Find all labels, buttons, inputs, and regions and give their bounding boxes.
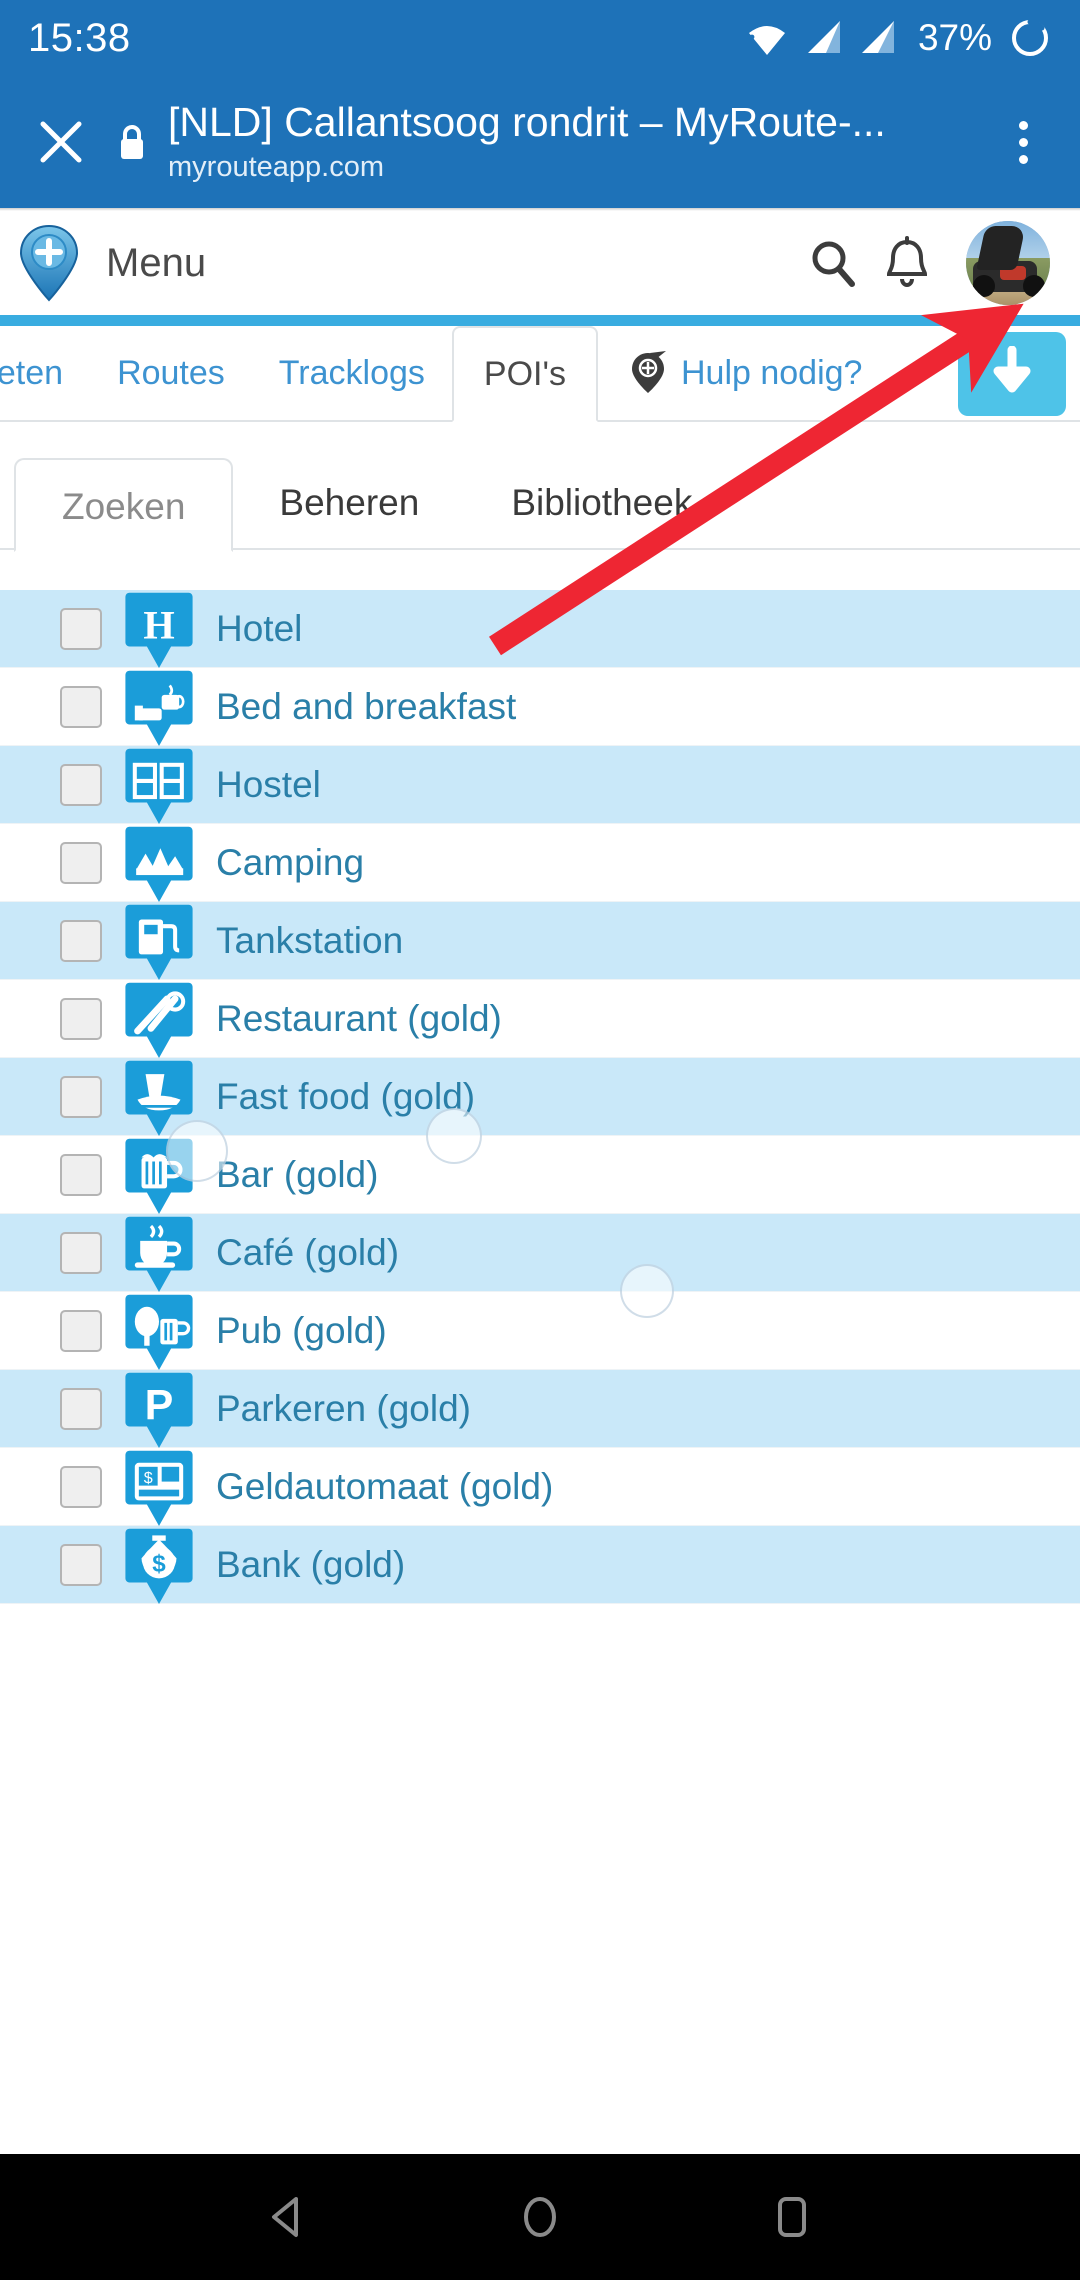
wifi-icon <box>744 19 790 57</box>
poi-subtabs: Zoeken Beheren Bibliotheek <box>0 422 1080 552</box>
poi-row[interactable]: Bar (gold) <box>0 1136 1080 1214</box>
download-button[interactable] <box>958 332 1066 416</box>
poi-checkbox[interactable] <box>60 1075 102 1118</box>
overflow-menu-icon[interactable] <box>988 103 1058 181</box>
signal-icon <box>804 19 844 57</box>
bar-pin-icon <box>124 1136 194 1222</box>
poi-row[interactable]: Hostel <box>0 746 1080 824</box>
poi-label: Hotel <box>216 607 303 649</box>
page-title: [NLD] Callantsoog rondrit – MyRoute-... <box>168 99 886 145</box>
tab-favorieten[interactable]: rieten <box>0 326 90 420</box>
poi-label: Camping <box>216 841 365 883</box>
poi-label: Tankstation <box>216 919 404 961</box>
poi-label: Hostel <box>216 763 321 805</box>
close-icon[interactable] <box>22 103 100 181</box>
svg-text:$: $ <box>152 1550 166 1577</box>
poi-label: Fast food (gold) <box>216 1075 476 1117</box>
poi-list: H Hotel Bed and breakfast Hostel Camping Tank… <box>0 590 1080 1604</box>
poi-row[interactable]: H Hotel <box>0 590 1080 668</box>
svg-text:P: P <box>145 1381 174 1429</box>
poi-label: Bed and breakfast <box>216 685 517 727</box>
battery-percent: 37% <box>917 17 992 58</box>
poi-checkbox[interactable] <box>60 685 102 728</box>
tab-tracklogs[interactable]: Tracklogs <box>252 326 452 420</box>
camping-pin-icon <box>124 824 194 910</box>
brand-rule <box>0 315 1080 326</box>
subtab-zoeken[interactable]: Zoeken <box>14 458 234 552</box>
poi-label: Bar (gold) <box>216 1153 379 1195</box>
home-circle-icon[interactable] <box>514 2191 566 2243</box>
primary-tabstrip: rieten Routes Tracklogs POI's Hulp nodig… <box>0 326 1080 422</box>
bank-pin-icon: $ <box>124 1526 194 1612</box>
status-icons: 37% <box>744 16 1052 60</box>
phone-screen: 15:38 37% [NLD] Callantsoog rondrit – My… <box>0 0 1080 2280</box>
poi-label: Pub (gold) <box>216 1309 387 1351</box>
poi-row[interactable]: Café (gold) <box>0 1214 1080 1292</box>
browser-toolbar: [NLD] Callantsoog rondrit – MyRoute-... … <box>0 76 1080 208</box>
status-time: 15:38 <box>28 15 131 60</box>
url-bar[interactable]: [NLD] Callantsoog rondrit – MyRoute-... … <box>164 98 988 186</box>
user-avatar[interactable] <box>966 221 1050 305</box>
tab-help-label: Hulp nodig? <box>680 353 863 392</box>
poi-checkbox[interactable] <box>60 1465 102 1508</box>
poi-row[interactable]: Fast food (gold) <box>0 1058 1080 1136</box>
signal-icon <box>858 19 898 57</box>
cafe-pin-icon <box>124 1214 194 1300</box>
android-status-bar: 15:38 37% <box>0 0 1080 76</box>
search-icon[interactable] <box>796 226 870 300</box>
tab-pois[interactable]: POI's <box>451 326 598 422</box>
tab-help[interactable]: Hulp nodig? <box>598 326 889 420</box>
hostel-pin-icon <box>124 746 194 832</box>
recents-square-icon[interactable] <box>766 2191 818 2243</box>
fastfood-pin-icon <box>124 1058 194 1144</box>
restaurant-pin-icon <box>124 980 194 1066</box>
svg-text:$: $ <box>144 1468 153 1486</box>
download-arrow-icon <box>989 345 1035 403</box>
menu-label[interactable]: Menu <box>106 241 796 286</box>
poi-checkbox[interactable] <box>60 1309 102 1352</box>
poi-checkbox[interactable] <box>60 841 102 884</box>
myroute-pin-logo[interactable] <box>18 224 80 302</box>
lock-icon <box>100 121 164 163</box>
pub-pin-icon <box>124 1292 194 1378</box>
poi-checkbox[interactable] <box>60 919 102 962</box>
tab-routes[interactable]: Routes <box>90 326 252 420</box>
site-header: Menu <box>0 211 1080 315</box>
poi-label: Café (gold) <box>216 1231 400 1273</box>
poi-row[interactable]: P Parkeren (gold) <box>0 1370 1080 1448</box>
poi-checkbox[interactable] <box>60 607 102 650</box>
bnb-pin-icon <box>124 668 194 754</box>
back-triangle-icon[interactable] <box>262 2191 314 2243</box>
help-pin-icon <box>628 350 668 396</box>
poi-row[interactable]: Tankstation <box>0 902 1080 980</box>
poi-row[interactable]: Restaurant (gold) <box>0 980 1080 1058</box>
poi-row[interactable]: $ Geldautomaat (gold) <box>0 1448 1080 1526</box>
poi-checkbox[interactable] <box>60 1231 102 1274</box>
poi-row[interactable]: $ Bank (gold) <box>0 1526 1080 1604</box>
atm-pin-icon: $ <box>124 1448 194 1534</box>
poi-row[interactable]: Pub (gold) <box>0 1292 1080 1370</box>
poi-label: Bank (gold) <box>216 1543 406 1585</box>
poi-checkbox[interactable] <box>60 1543 102 1586</box>
android-nav-bar <box>0 2154 1080 2280</box>
fuel-pin-icon <box>124 902 194 988</box>
subtab-beheren[interactable]: Beheren <box>233 456 465 550</box>
svg-text:H: H <box>143 602 174 647</box>
subtab-bibliotheek[interactable]: Bibliotheek <box>465 456 738 550</box>
hotel-pin-icon: H <box>124 590 194 676</box>
poi-checkbox[interactable] <box>60 1387 102 1430</box>
poi-label: Restaurant (gold) <box>216 997 502 1039</box>
page-url: myrouteapp.com <box>168 151 384 183</box>
poi-label: Parkeren (gold) <box>216 1387 472 1429</box>
poi-checkbox[interactable] <box>60 763 102 806</box>
battery-charging-icon <box>1008 16 1052 60</box>
notification-bell-icon[interactable] <box>870 226 944 300</box>
list-spacer <box>0 550 1080 590</box>
parking-pin-icon: P <box>124 1370 194 1456</box>
poi-row[interactable]: Camping <box>0 824 1080 902</box>
poi-checkbox[interactable] <box>60 997 102 1040</box>
poi-row[interactable]: Bed and breakfast <box>0 668 1080 746</box>
poi-label: Geldautomaat (gold) <box>216 1465 554 1507</box>
poi-checkbox[interactable] <box>60 1153 102 1196</box>
